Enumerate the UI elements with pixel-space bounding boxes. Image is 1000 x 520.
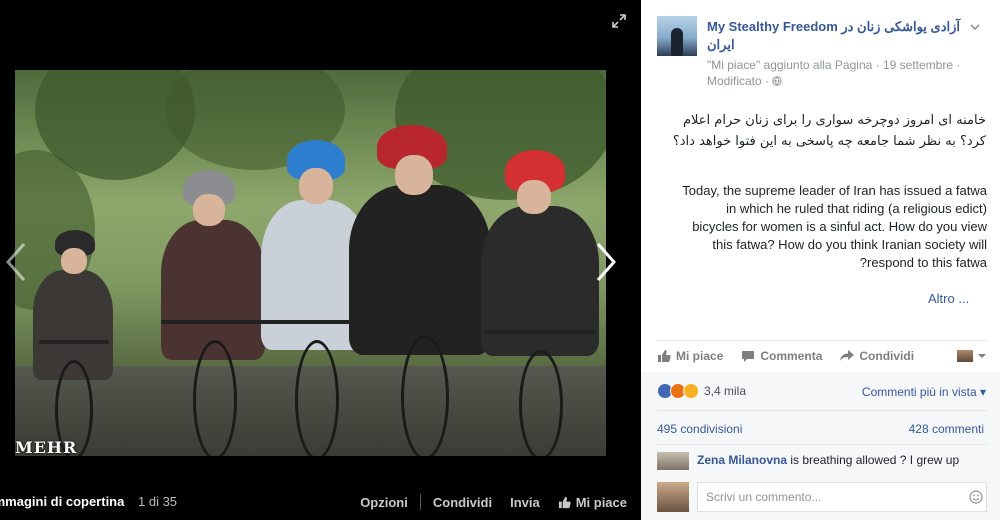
comment-composer — [657, 481, 987, 513]
expand-icon[interactable] — [612, 14, 626, 28]
post-line: (a religious edict) in which he ruled th… — [726, 201, 987, 216]
comment-icon — [742, 351, 755, 362]
post-text-persian: خامنه ای امروز دوچرخه سواری را برای زنان… — [672, 113, 986, 149]
divider — [419, 494, 421, 510]
sad-reaction-icon — [683, 383, 699, 399]
chevron-down-icon: ▾ — [979, 385, 986, 399]
thumbs-up-icon — [658, 350, 671, 362]
sort-label: Commenti più in vista — [861, 385, 977, 399]
thumbs-up-icon — [558, 496, 571, 508]
album-title[interactable]: Immagini di copertina — [0, 494, 124, 509]
like-action-label: Mi piace — [676, 349, 724, 363]
chevron-left-icon[interactable] — [2, 240, 32, 284]
post-meta: "Mi piace" aggiunto alla Pagina · 19 set… — [707, 57, 977, 89]
shares-count[interactable]: 495 condivisioni — [657, 422, 742, 436]
edited-label[interactable]: Modificato · — [707, 74, 769, 88]
comment-author[interactable]: Zena Milanovna — [697, 453, 787, 467]
like-action[interactable]: Mi piace — [657, 349, 723, 363]
post-as-selector[interactable] — [957, 350, 987, 362]
share-icon — [840, 350, 855, 361]
post-actions: Mi piace Commenta Condividi — [657, 346, 987, 366]
post-line: this fatwa? How do you think Iranian soc… — [712, 237, 987, 252]
post-line: Today, the supreme leader of Iran has is… — [682, 183, 987, 198]
meta-line: "Mi piace" aggiunto alla Pagina · 19 set… — [707, 58, 961, 72]
cyclist — [345, 125, 495, 456]
see-more-link[interactable]: Altro ... — [928, 291, 969, 306]
viewer-footer: Immagini di copertina 1 di 35 Opzioni Co… — [0, 488, 641, 516]
share-action-label: Condividi — [859, 349, 915, 363]
post-panel: My Stealthy Freedom آزادی یواشکی زنان در… — [641, 0, 1000, 520]
comment-item: Zena Milanovna is breathing allowed ? I … — [657, 452, 987, 474]
options-button[interactable]: Opzioni — [360, 495, 408, 510]
comment-input[interactable] — [697, 482, 987, 512]
comment-sort-dropdown[interactable]: Commenti più in vista ▾ — [862, 385, 986, 399]
chevron-down-icon — [978, 354, 986, 358]
comment-text: is breathing allowed ? I grew up — [790, 453, 960, 467]
post-line: bicycles for women is a sinful act. How … — [692, 219, 987, 234]
comment-action-label: Commenta — [760, 349, 823, 363]
divider — [657, 340, 987, 341]
reactions-count: 3,4 mila — [704, 384, 747, 398]
share-button[interactable]: Condividi — [433, 495, 492, 510]
photo-counter: 1 di 35 — [138, 494, 178, 509]
reactions-summary[interactable]: 3,4 mila — [657, 383, 746, 399]
comments-count[interactable]: 428 commenti — [909, 422, 984, 436]
like-label: Mi piace — [575, 494, 627, 510]
globe-icon — [772, 76, 782, 86]
avatar[interactable] — [657, 482, 689, 512]
send-button[interactable]: Invia — [510, 495, 540, 510]
like-button[interactable]: Mi piace — [558, 495, 627, 510]
cyclist — [475, 150, 605, 456]
watermark: MEHR — [15, 438, 78, 456]
chevron-right-icon[interactable] — [590, 240, 620, 284]
divider — [657, 410, 987, 411]
share-action[interactable]: Condividi — [840, 349, 914, 363]
emoji-icon[interactable] — [969, 490, 983, 504]
cyclist — [25, 230, 125, 456]
comment-action[interactable]: Commenta — [741, 349, 822, 363]
photo-viewer: MEHR Immagini di copertina 1 di 35 Opzio… — [0, 0, 641, 520]
page-avatar[interactable] — [657, 16, 697, 56]
avatar[interactable] — [657, 452, 689, 470]
page-name[interactable]: My Stealthy Freedom آزادی یواشکی زنان در… — [707, 18, 967, 54]
divider — [657, 444, 987, 445]
chevron-down-icon[interactable] — [969, 20, 981, 32]
page-thumbnail — [957, 350, 973, 362]
post-line: respond to this fatwa? — [859, 255, 987, 270]
cover-photo[interactable]: MEHR — [15, 70, 606, 456]
post-text-english: Today, the supreme leader of Iran has is… — [657, 182, 987, 272]
photo-theater: MEHR Immagini di copertina 1 di 35 Opzio… — [0, 0, 1000, 520]
